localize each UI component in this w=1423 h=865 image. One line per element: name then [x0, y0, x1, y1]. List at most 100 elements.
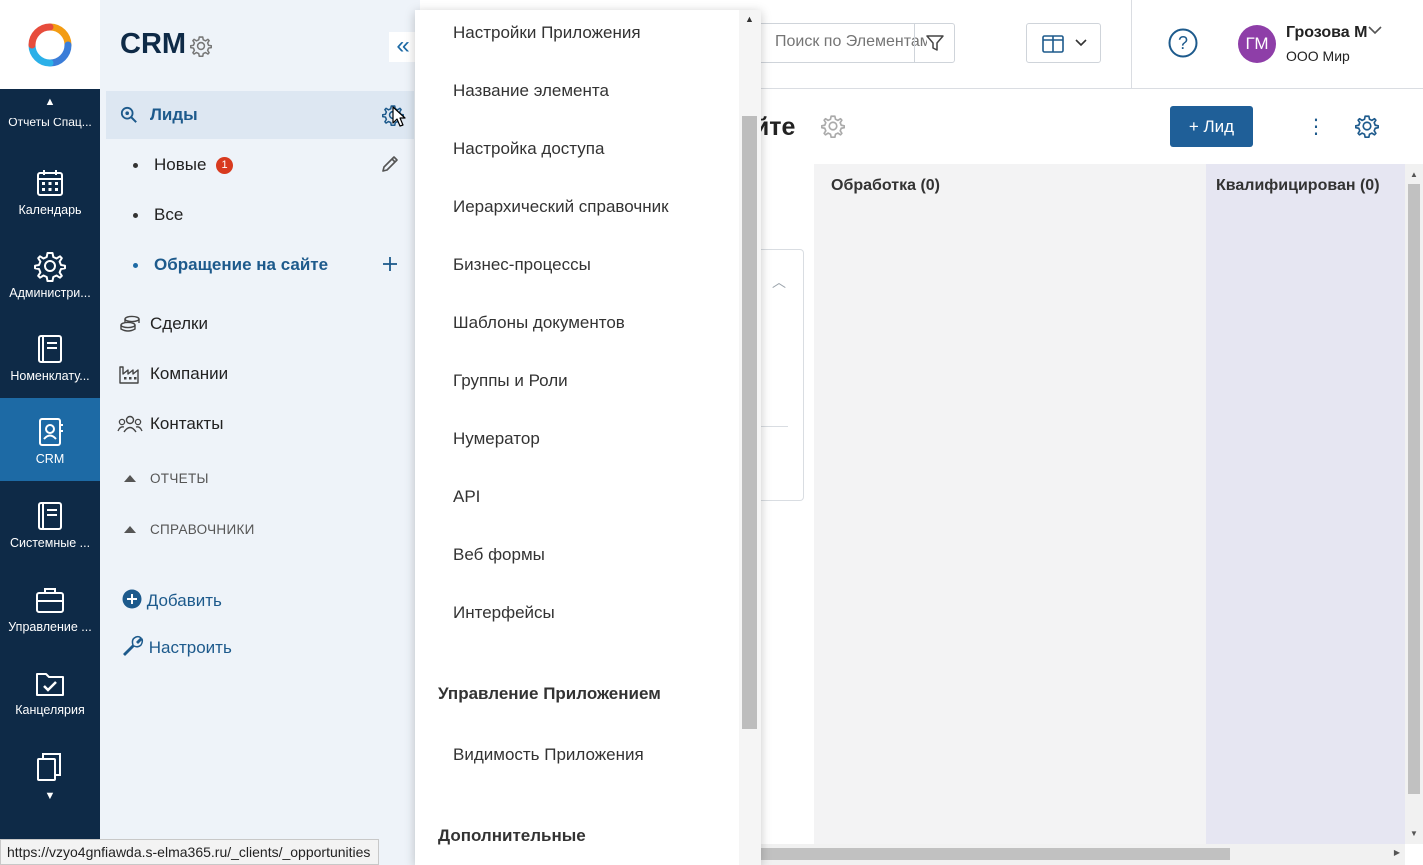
sidebar-item-label: Сделки [150, 314, 208, 333]
menu-item-doc-templates[interactable]: Шаблоны документов [453, 313, 625, 333]
divider [760, 426, 788, 427]
column-title: Квалифицирован (0) [1216, 177, 1380, 194]
sidebar-section-directories[interactable]: СПРАВОЧНИКИ [124, 522, 255, 537]
sidebar-item-site-request[interactable]: Обращение на сайте [106, 241, 414, 289]
menu-item-visibility[interactable]: Видимость Приложения [453, 745, 644, 765]
sidebar-item-new[interactable]: Новые 1 [106, 141, 414, 189]
menu-item-hierarchy[interactable]: Иерархический справочник [453, 197, 669, 217]
rail-scroll-down-icon[interactable]: ▼ [0, 790, 100, 802]
add-lead-button[interactable]: + Лид [1170, 106, 1253, 147]
view-mode-button[interactable] [1026, 23, 1101, 63]
rail-item-label: Номенклату... [10, 369, 90, 383]
copy-icon [37, 753, 61, 781]
plus-circle-icon [122, 589, 142, 609]
kanban-column: ︿ [760, 164, 814, 844]
folder-check-icon [36, 673, 64, 696]
configure-label: Настроить [148, 638, 232, 657]
scroll-thumb[interactable] [760, 848, 1230, 860]
sidebar-item-all[interactable]: Все [106, 191, 414, 239]
chevron-up-icon[interactable]: ︿ [772, 272, 786, 292]
add-button[interactable]: Добавить [122, 589, 222, 611]
filter-button[interactable] [914, 24, 954, 62]
sidebar-item-deals[interactable]: Сделки [106, 300, 414, 348]
settings-menu: Настройки Приложения Название элемента Н… [415, 10, 761, 865]
menu-item-api[interactable]: API [453, 487, 480, 507]
user-org: ООО Мир [1286, 48, 1350, 64]
scroll-thumb[interactable] [742, 116, 757, 729]
user-name[interactable]: Грозова М [1286, 24, 1367, 42]
menu-item-access[interactable]: Настройка доступа [453, 139, 604, 159]
gear-icon [34, 252, 66, 282]
book-icon [38, 335, 62, 363]
rail-item-label: Администри... [9, 286, 91, 300]
sidebar-item-label: Новые [154, 155, 207, 174]
scroll-right-arrow-icon[interactable]: ▶ [1394, 848, 1400, 857]
rail-item-documents[interactable] [0, 733, 100, 788]
bullet [133, 263, 138, 268]
menu-item-element-name[interactable]: Название элемента [453, 81, 609, 101]
sidebar-section-reports[interactable]: ОТЧЕТЫ [124, 471, 209, 486]
elma-logo[interactable] [0, 0, 100, 89]
rail-item-label: Управление ... [8, 620, 92, 634]
rail-item-nomenclature[interactable]: Номенклату... [0, 315, 100, 399]
search-field[interactable] [750, 23, 955, 63]
calendar-icon [37, 170, 63, 196]
sidebar-item-label: Лиды [150, 105, 198, 124]
search-input[interactable] [775, 33, 927, 51]
menu-section-manage: Управление Приложением [438, 684, 661, 703]
help-icon[interactable]: ? [1168, 28, 1198, 58]
filter-icon [926, 35, 944, 51]
pencil-icon[interactable] [380, 154, 400, 174]
rail-item-office[interactable]: Канцелярия [0, 649, 100, 733]
rail-scroll-up-icon[interactable]: ▲ [0, 96, 100, 108]
sidebar-item-contacts[interactable]: Контакты [106, 400, 414, 448]
gear-icon[interactable] [1355, 114, 1379, 138]
status-bar-url: https://vzyo4gnfiawda.s-elma365.ru/_clie… [0, 839, 380, 865]
bullet [133, 163, 138, 168]
rail-item-partial[interactable]: Отчеты Спац... [0, 118, 100, 130]
factory-icon [119, 366, 139, 384]
menu-item-interfaces[interactable]: Интерфейсы [453, 603, 555, 623]
app-rail: ▲ Отчеты Спац... Календарь Администри...… [0, 0, 100, 865]
more-options-icon[interactable]: ⋮ [1306, 114, 1326, 140]
menu-section-extra: Дополнительные [438, 826, 586, 845]
rail-item-management[interactable]: Управление ... [0, 566, 100, 650]
menu-item-web-forms[interactable]: Веб формы [453, 545, 545, 565]
menu-scrollbar[interactable]: ▲ [739, 10, 761, 865]
scroll-thumb[interactable] [1408, 184, 1420, 794]
rail-item-label: Системные ... [9, 536, 91, 550]
sidebar-item-leads[interactable]: Лиды [106, 91, 414, 139]
vertical-scrollbar[interactable]: ▲ ▼ [1405, 164, 1423, 844]
configure-button[interactable]: Настроить [122, 635, 232, 658]
help-glyph: ? [1178, 33, 1188, 53]
gear-icon[interactable] [190, 35, 212, 57]
scroll-down-arrow-icon[interactable]: ▼ [1410, 829, 1418, 838]
menu-item-groups-roles[interactable]: Группы и Роли [453, 371, 568, 391]
rail-item-system[interactable]: Системные ... [0, 482, 100, 566]
rail-item-label: Канцелярия [15, 703, 85, 717]
horizontal-scrollbar[interactable]: ▶ [760, 844, 1405, 865]
rail-item-label: Календарь [18, 203, 82, 217]
rail-item-crm[interactable]: CRM [0, 398, 100, 481]
kanban-card[interactable]: ︿ [760, 249, 804, 501]
menu-item-app-settings[interactable]: Настройки Приложения [453, 23, 641, 43]
section-label: СПРАВОЧНИКИ [150, 522, 255, 537]
menu-item-processes[interactable]: Бизнес-процессы [453, 255, 591, 275]
scroll-up-arrow-icon[interactable]: ▲ [745, 14, 754, 24]
menu-item-numerator[interactable]: Нумератор [453, 429, 540, 449]
chevron-down-icon[interactable] [1368, 25, 1382, 35]
rail-item-calendar[interactable]: Календарь [0, 149, 100, 233]
plus-icon[interactable] [382, 256, 398, 272]
expand-triangle-icon [124, 526, 136, 533]
avatar[interactable]: ГМ [1238, 25, 1276, 63]
chevron-down-icon [1075, 39, 1087, 47]
search-icon [120, 106, 137, 123]
collapse-sidebar-button[interactable]: « [389, 32, 417, 62]
users-icon [117, 415, 143, 433]
gear-icon[interactable] [821, 114, 845, 138]
scroll-up-arrow-icon[interactable]: ▲ [1410, 170, 1418, 179]
column-title: Обработка (0) [831, 177, 940, 194]
rail-item-administration[interactable]: Администри... [0, 232, 100, 316]
sidebar-item-companies[interactable]: Компании [106, 350, 414, 398]
page-title: CRM [120, 28, 187, 60]
